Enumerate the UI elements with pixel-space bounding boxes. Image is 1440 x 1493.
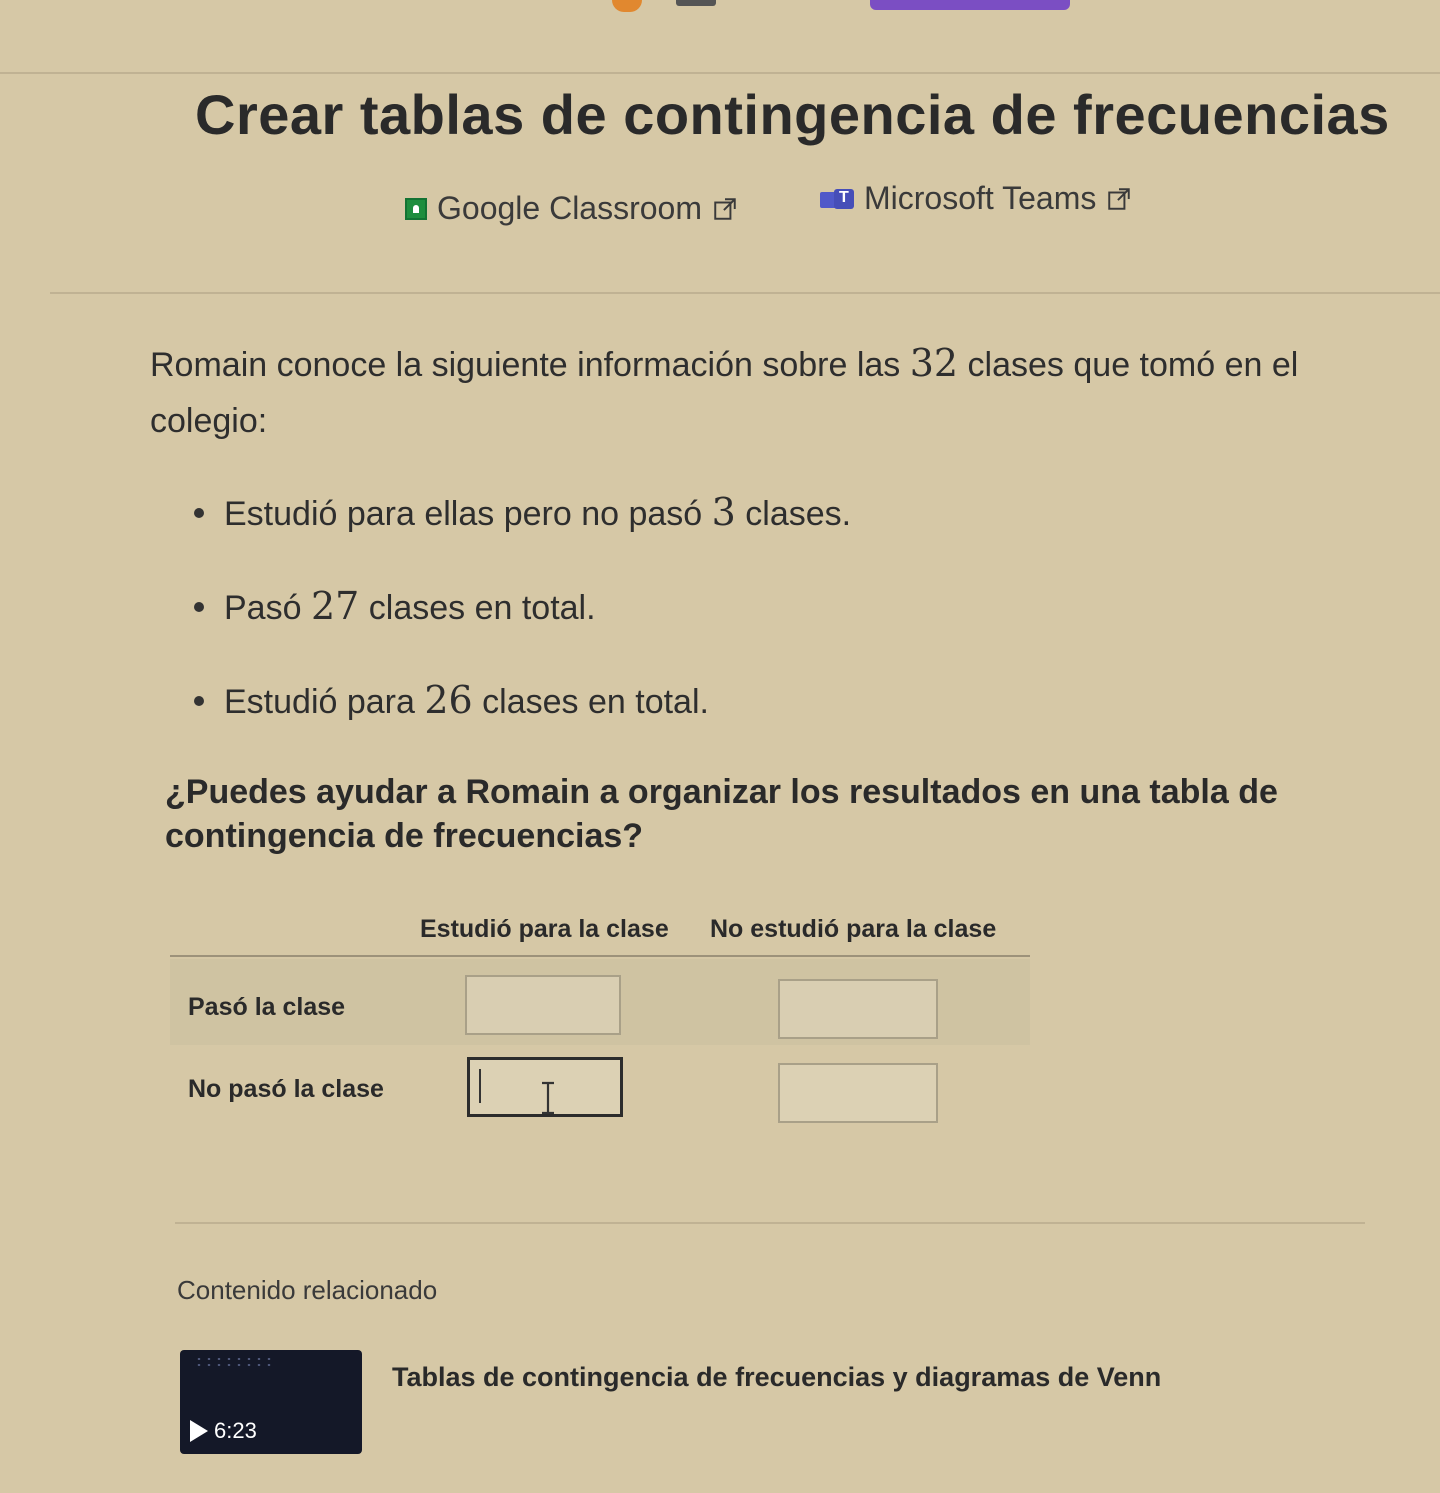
cell-passed-studied-input[interactable] [465,975,621,1035]
page-title: Crear tablas de contingencia de frecuenc… [195,83,1390,146]
google-classroom-label: Google Classroom [437,190,702,226]
related-content-heading: Contenido relacionado [177,1275,438,1305]
progress-dash [676,0,716,6]
cell-passed-not-studied-input[interactable] [778,979,938,1039]
share-links: Google Classroom Microsoft Teams [405,180,1165,234]
external-link-icon [1108,187,1131,210]
related-divider [175,1222,1365,1224]
progress-indicator-icon [612,0,642,12]
video-thumbnail[interactable]: 6:23 [180,1350,362,1454]
video-duration: 6:23 [214,1418,257,1443]
related-video-link[interactable]: Tablas de contingencia de frecuencias y … [392,1362,1161,1393]
list-item: Pasó 27 clases en total. [190,584,1290,678]
row-header-not-passed: No pasó la clase [188,1075,384,1103]
list-item: Estudió para ellas pero no pasó 3 clases… [190,490,1290,584]
facts-list: Estudió para ellas pero no pasó 3 clases… [190,490,1290,772]
microsoft-teams-icon [820,187,854,211]
thumbnail-pattern [194,1356,274,1368]
header-divider [0,72,1440,74]
problem-question: ¿Puedes ayudar a Romain a organizar los … [165,773,1278,855]
cell-not-passed-not-studied-input[interactable] [778,1063,938,1123]
external-link-icon [714,197,736,220]
microsoft-teams-link[interactable]: Microsoft Teams [820,180,1132,217]
microsoft-teams-label: Microsoft Teams [864,180,1097,216]
row-header-passed: Pasó la clase [188,993,346,1021]
text-caret [479,1069,481,1103]
column-header-not-studied: No estudió para la clase [710,915,997,943]
video-play-row: 6:23 [190,1418,257,1444]
progress-bar [870,0,1070,10]
share-divider [50,292,1440,294]
column-header-studied: Estudió para la clase [420,915,669,943]
exercise-page: Crear tablas de contingencia de frecuenc… [0,0,1440,1493]
play-icon [190,1420,208,1442]
contingency-table: Estudió para la clase No estudió para la… [170,905,1030,1145]
list-item: Estudió para 26 clases en total. [190,678,1290,772]
total-classes-number: 32 [909,341,959,385]
table-header-divider [170,955,1030,957]
problem-intro: Romain conoce la siguiente información s… [150,341,1299,440]
google-classroom-link[interactable]: Google Classroom [405,190,738,227]
ibeam-cursor-icon [542,1081,554,1115]
google-classroom-icon [405,197,427,220]
